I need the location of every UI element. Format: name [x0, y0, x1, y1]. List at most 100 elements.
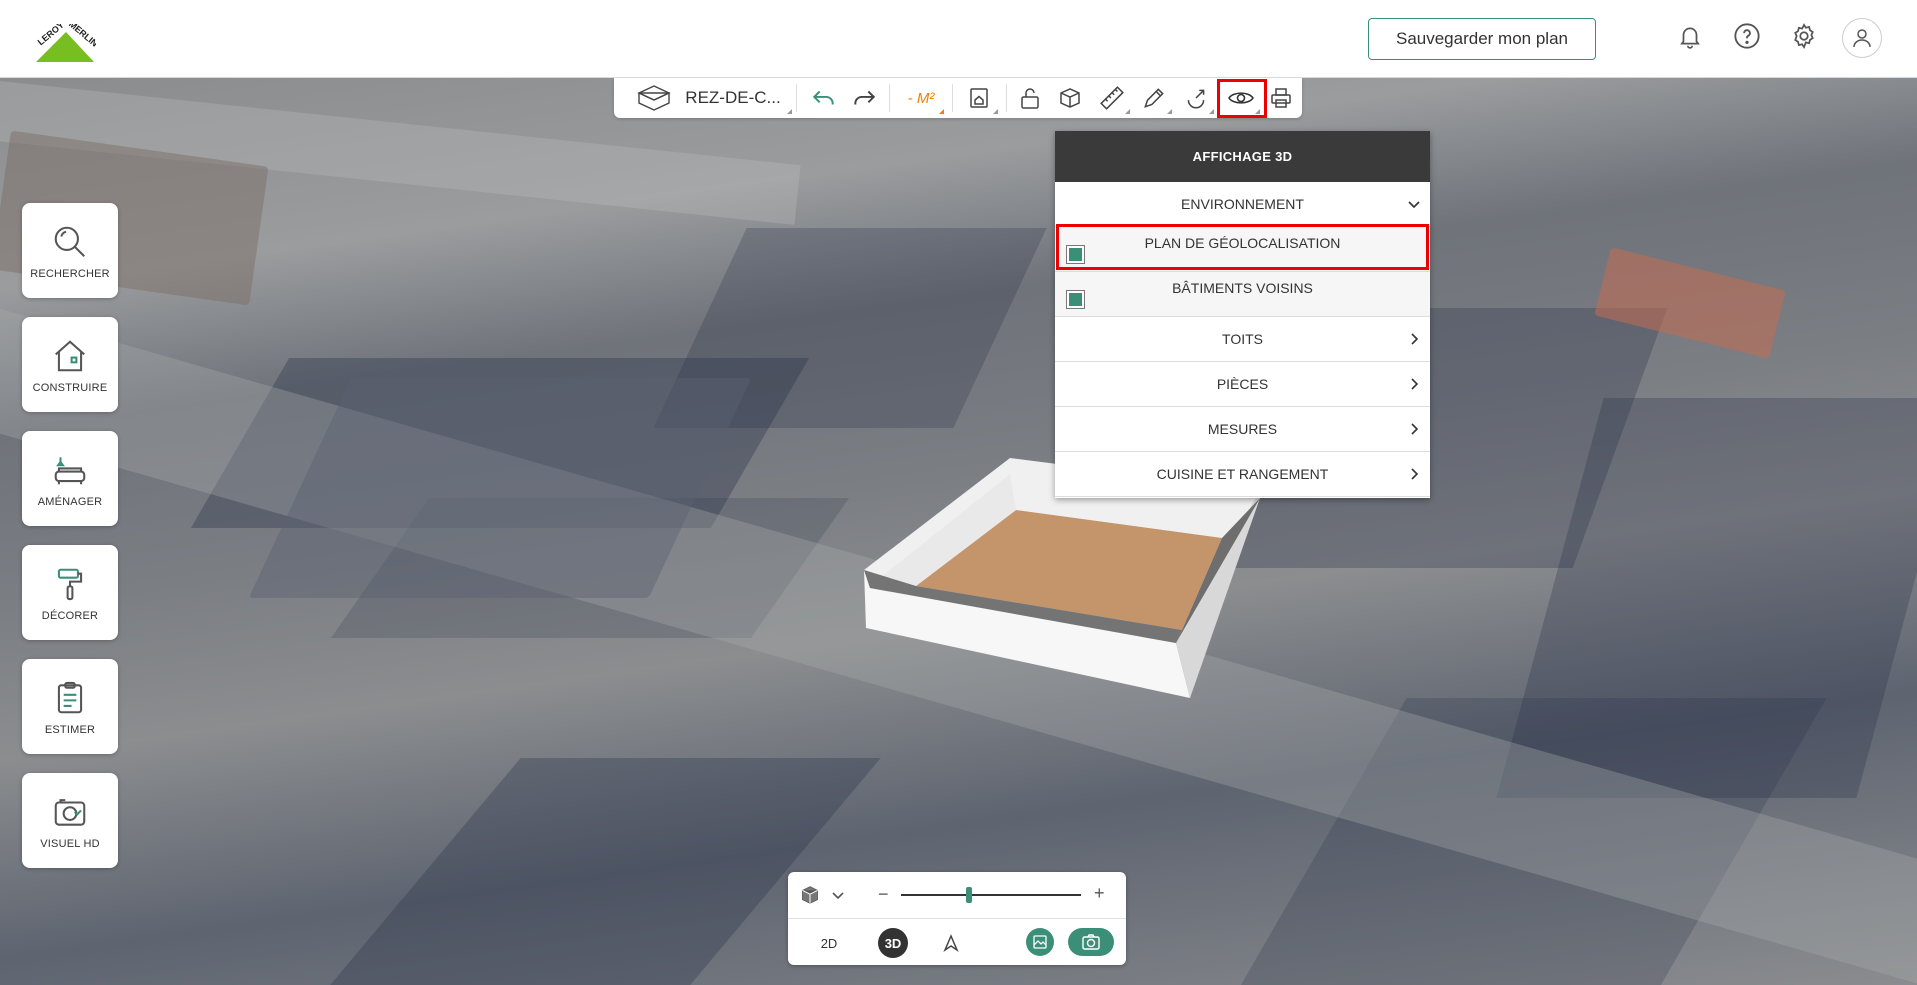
- bell-icon[interactable]: [1674, 20, 1706, 52]
- dropdown-corner-icon: [1167, 109, 1172, 114]
- panel-title: AFFICHAGE 3D: [1055, 131, 1430, 182]
- toolbar-divider: [796, 84, 797, 112]
- toolbar-divider: [1006, 84, 1007, 112]
- affichage-3d-panel: AFFICHAGE 3D ENVIRONNEMENT PLAN DE GÉOLO…: [1055, 131, 1430, 498]
- option-batiments-voisins[interactable]: BÂTIMENTS VOISINS: [1055, 272, 1430, 317]
- view-mode-dropdown[interactable]: [800, 882, 852, 908]
- undo-button[interactable]: [806, 78, 842, 118]
- photo-capture-button[interactable]: [1068, 928, 1114, 956]
- sidebar-item-label: AMÉNAGER: [37, 495, 103, 508]
- cube-icon: [802, 886, 818, 904]
- camera-icon: [1082, 934, 1100, 950]
- checkbox-fill: [1069, 293, 1082, 306]
- sidebar-item-label: RECHERCHER: [30, 267, 110, 280]
- zoom-in-button[interactable]: +: [1094, 883, 1105, 904]
- navigation-mode-button[interactable]: [936, 928, 966, 958]
- checkbox-fill: [1069, 248, 1082, 261]
- level-selector[interactable]: REZ-DE-C...: [624, 78, 794, 118]
- section-label: ENVIRONNEMENT: [1181, 196, 1304, 212]
- toolbar-divider: [952, 84, 953, 112]
- chevron-right-icon: [1411, 333, 1419, 345]
- surface-area-button[interactable]: - M²: [896, 78, 946, 118]
- option-label: PLAN DE GÉOLOCALISATION: [1144, 235, 1341, 251]
- sidebar-item-label: CONSTRUIRE: [32, 381, 108, 394]
- 3d-object-button[interactable]: [1052, 78, 1088, 118]
- print-button[interactable]: [1262, 78, 1300, 118]
- navigation-arrow-icon: [943, 934, 959, 952]
- row-cuisine-rangement[interactable]: CUISINE ET RANGEMENT: [1055, 452, 1430, 497]
- row-label: CUISINE ET RANGEMENT: [1156, 466, 1329, 482]
- sidebar-item-amenager[interactable]: AMÉNAGER: [22, 431, 118, 526]
- lock-button[interactable]: [1012, 78, 1048, 118]
- level-label: REZ-DE-C...: [685, 88, 781, 107]
- print-icon: [1271, 88, 1291, 108]
- user-account-avatar[interactable]: [1842, 18, 1882, 58]
- row-mesures[interactable]: MESURES: [1055, 407, 1430, 452]
- gear-icon[interactable]: [1788, 20, 1820, 52]
- view-2d-button[interactable]: 2D: [812, 928, 846, 958]
- sidebar-item-label: DÉCORER: [41, 609, 99, 622]
- eye-icon: [1228, 92, 1254, 104]
- chevron-right-icon: [1411, 378, 1419, 390]
- logo-triangle-icon: LEROY MERLIN: [36, 24, 96, 62]
- redo-icon: [854, 90, 876, 105]
- save-plan-button[interactable]: Sauvegarder mon plan: [1368, 18, 1596, 60]
- redo-button[interactable]: [846, 78, 882, 118]
- sidebar-item-decorer[interactable]: DÉCORER: [22, 545, 118, 640]
- zoom-slider[interactable]: [901, 894, 1081, 896]
- app-header: LEROY MERLIN Sauvegarder mon plan: [0, 0, 1917, 78]
- floor-plan-icon: [637, 84, 671, 112]
- 3d-viewport[interactable]: [0, 78, 1917, 985]
- row-label: PIÈCES: [1216, 376, 1269, 392]
- batiments-voisins-checkbox[interactable]: [1066, 290, 1085, 309]
- sidebar-item-label: VISUEL HD: [40, 837, 100, 850]
- unlock-icon: [1021, 88, 1039, 109]
- 3d-room-model[interactable]: [860, 458, 1280, 738]
- draw-button[interactable]: [1134, 78, 1174, 118]
- image-icon: [1033, 935, 1047, 949]
- dropdown-corner-icon: [787, 109, 792, 114]
- sidebar-item-estimer[interactable]: ESTIMER: [22, 659, 118, 754]
- ruler-icon: [1100, 86, 1124, 110]
- sidebar-item-rechercher[interactable]: RECHERCHER: [22, 203, 118, 298]
- option-label: BÂTIMENTS VOISINS: [1172, 280, 1313, 296]
- sidebar-item-label: ESTIMER: [44, 723, 96, 736]
- toolbar-divider: [889, 84, 890, 112]
- sidebar-item-visuel-hd[interactable]: VISUEL HD: [22, 773, 118, 868]
- user-icon: [1853, 29, 1871, 48]
- row-label: TOITS: [1222, 331, 1263, 347]
- row-label: MESURES: [1207, 421, 1278, 437]
- 3d-display-button[interactable]: [1220, 78, 1262, 118]
- snapshot-plan-button[interactable]: [1026, 928, 1054, 956]
- row-toits[interactable]: TOITS: [1055, 317, 1430, 362]
- search-icon: [50, 222, 90, 262]
- option-plan-geolocalisation[interactable]: PLAN DE GÉOLOCALISATION: [1055, 227, 1430, 272]
- view-3d-button[interactable]: 3D: [878, 928, 908, 958]
- dropdown-corner-icon: [939, 109, 944, 114]
- house-icon: [50, 336, 90, 376]
- undo-icon: [812, 90, 834, 105]
- m2-label: - M²: [907, 89, 935, 107]
- leroy-merlin-logo[interactable]: LEROY MERLIN: [32, 18, 96, 62]
- row-pieces[interactable]: PIÈCES: [1055, 362, 1430, 407]
- plan-toolbar: REZ-DE-C... - M²: [614, 78, 1302, 118]
- chevron-down-icon: [1408, 201, 1420, 209]
- dropdown-corner-icon: [1125, 109, 1130, 114]
- environnement-section-header[interactable]: ENVIRONNEMENT: [1055, 182, 1430, 227]
- chevron-right-icon: [1411, 423, 1419, 435]
- zoom-out-button[interactable]: −: [878, 884, 889, 905]
- paint-roller-icon: [50, 564, 90, 604]
- magnet-button[interactable]: [1176, 78, 1216, 118]
- pencil-icon: [1144, 88, 1164, 108]
- chevron-right-icon: [1411, 468, 1419, 480]
- sidebar-item-construire[interactable]: CONSTRUIRE: [22, 317, 118, 412]
- help-icon[interactable]: [1731, 20, 1763, 52]
- zoom-slider-thumb[interactable]: [966, 887, 973, 903]
- measure-button[interactable]: [1092, 78, 1132, 118]
- dropdown-corner-icon: [1255, 109, 1260, 114]
- room-button[interactable]: [958, 78, 1000, 118]
- geolocalisation-checkbox[interactable]: [1066, 245, 1085, 264]
- magnet-icon: [1187, 89, 1205, 109]
- dropdown-corner-icon: [1209, 109, 1214, 114]
- camera-icon: [50, 792, 90, 832]
